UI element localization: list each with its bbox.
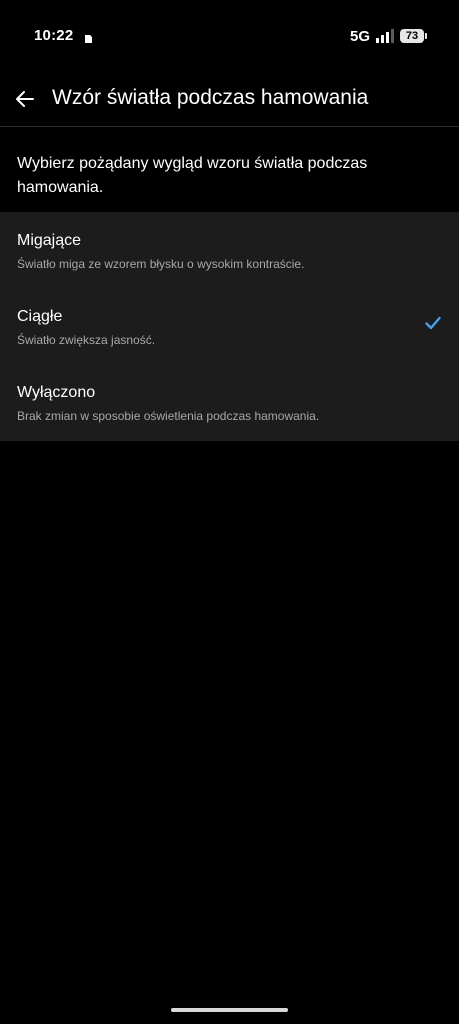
option-title: Migające (17, 232, 82, 249)
status-indicators: 5G 73 (350, 26, 427, 46)
option-subtitle: Brak zmian w sposobie oświetlenia podcza… (17, 409, 320, 423)
app-bar: Wzór światła podczas hamowania (0, 72, 459, 127)
option-continuous[interactable]: Ciągłe Światło zwiększa jasność. (0, 288, 459, 364)
network-type: 5G (349, 27, 370, 45)
arrow-left-icon (15, 89, 35, 109)
check-icon (425, 316, 441, 330)
battery-tip (425, 33, 427, 39)
page-title: Wzór światła podczas hamowania (52, 86, 369, 109)
option-title: Ciągłe (17, 308, 63, 325)
option-title: Wyłączono (17, 384, 96, 401)
notification-icon (84, 31, 93, 43)
option-subtitle: Światło zwiększa jasność. (17, 333, 156, 347)
option-off[interactable]: Wyłączono Brak zmian w sposobie oświetle… (0, 364, 459, 440)
option-subtitle: Światło miga ze wzorem błysku o wysokim … (17, 257, 305, 271)
options-list: Migające Światło miga ze wzorem błysku o… (0, 212, 459, 441)
battery-icon: 73 (400, 29, 427, 43)
status-bar: 10:22 5G 73 (0, 0, 459, 72)
page-description: Wybierz pożądany wygląd wzoru światła po… (17, 155, 368, 196)
gesture-nav-bar[interactable] (171, 1008, 288, 1012)
option-flashing[interactable]: Migające Światło miga ze wzorem błysku o… (0, 212, 459, 288)
back-button[interactable] (10, 84, 40, 114)
signal-icon (375, 29, 395, 43)
status-time: 10:22 (34, 27, 74, 44)
battery-level: 73 (400, 29, 424, 43)
